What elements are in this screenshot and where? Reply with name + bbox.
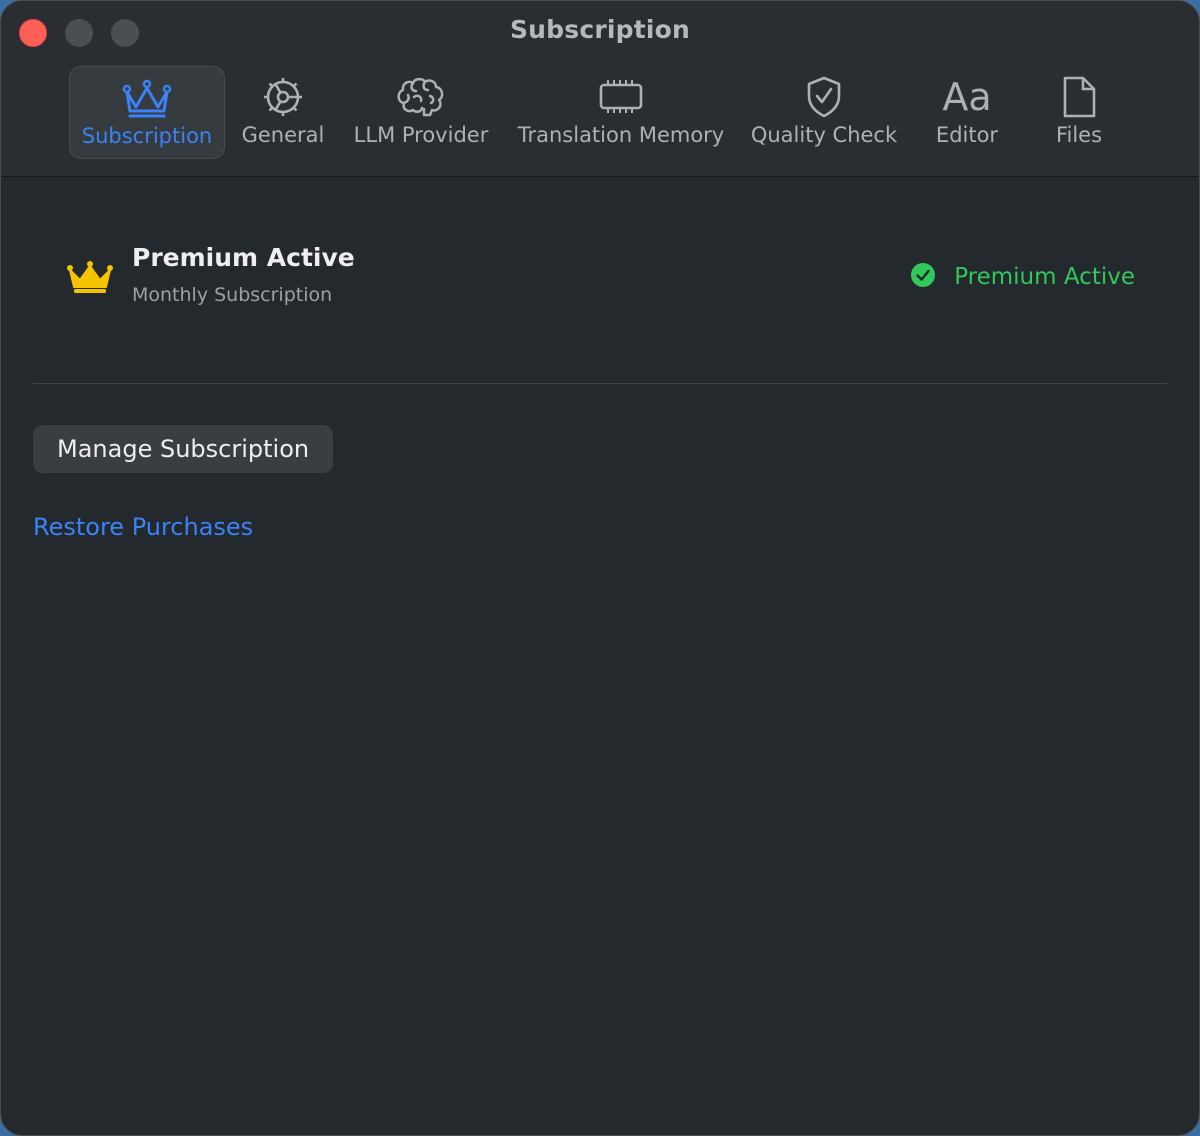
subscription-plan-label: Monthly Subscription — [132, 284, 333, 306]
tab-label: Translation Memory — [517, 123, 725, 147]
crown-icon — [67, 261, 113, 299]
restore-purchases-link[interactable]: Restore Purchases — [33, 513, 253, 541]
tab-label: Files — [1055, 123, 1103, 147]
tab-label: Editor — [935, 123, 999, 147]
window-title: Subscription — [509, 15, 691, 44]
tab-label: Subscription — [81, 124, 213, 148]
brain-icon — [343, 74, 499, 120]
tab-quality-check[interactable]: Quality Check — [743, 66, 905, 159]
tab-editor[interactable]: Aa Editor — [917, 66, 1017, 159]
tab-label: Quality Check — [750, 123, 898, 147]
tab-label: LLM Provider — [353, 123, 489, 147]
subscription-pane: Premium Active Monthly Subscription Prem… — [1, 177, 1199, 1135]
checkmark-circle-icon — [910, 262, 936, 292]
document-icon — [1029, 74, 1129, 120]
status-badge: Premium Active — [910, 262, 1135, 292]
tab-label: General — [241, 123, 325, 147]
shield-check-icon — [743, 74, 905, 120]
tab-translation-memory[interactable]: Translation Memory — [509, 66, 733, 159]
manage-subscription-button[interactable]: Manage Subscription — [33, 425, 334, 473]
gear-icon — [233, 74, 333, 120]
text-format-icon: Aa — [942, 75, 992, 119]
memory-chip-icon — [509, 74, 733, 120]
tab-subscription[interactable]: Subscription — [69, 66, 225, 159]
subscription-status-title: Premium Active — [132, 243, 355, 272]
preferences-window: Subscription Subscription General LLM Pr… — [0, 0, 1200, 1136]
crown-icon — [70, 75, 224, 121]
tab-llm-provider[interactable]: LLM Provider — [343, 66, 499, 159]
section-divider — [33, 383, 1167, 384]
status-badge-text: Premium Active — [954, 264, 1135, 290]
tab-general[interactable]: General — [233, 66, 333, 159]
title-bar: Subscription Subscription General LLM Pr… — [1, 1, 1199, 177]
tab-files[interactable]: Files — [1029, 66, 1129, 159]
